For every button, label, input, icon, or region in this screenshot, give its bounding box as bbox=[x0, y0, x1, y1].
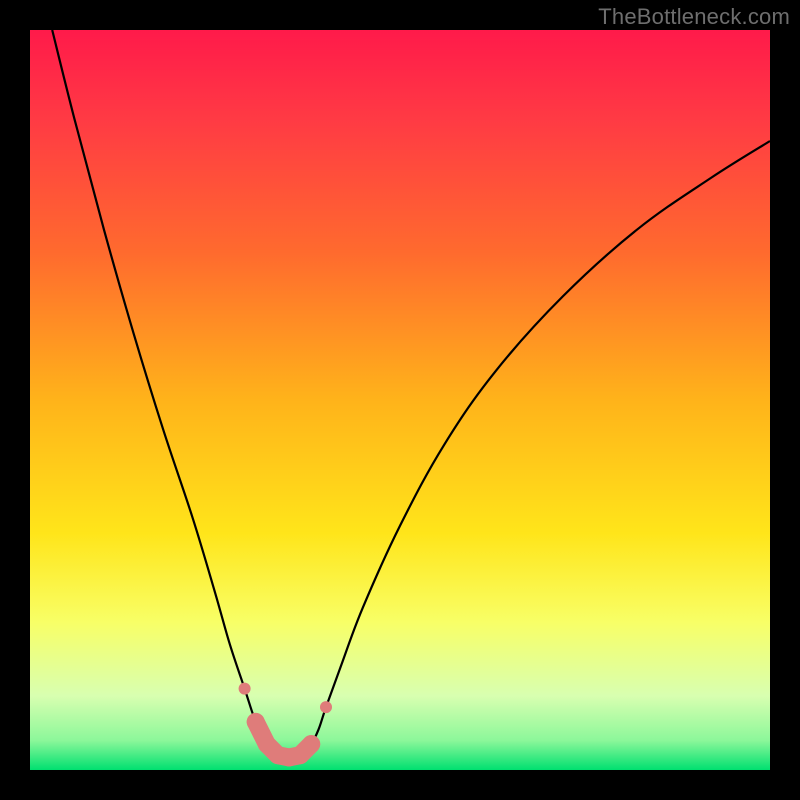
marker-dot bbox=[320, 701, 332, 713]
plot-area bbox=[30, 30, 770, 770]
marker-dot bbox=[239, 683, 251, 695]
watermark-text: TheBottleneck.com bbox=[598, 4, 790, 30]
gradient-background bbox=[30, 30, 770, 770]
bottleneck-chart bbox=[30, 30, 770, 770]
chart-frame: TheBottleneck.com bbox=[0, 0, 800, 800]
marker-dot bbox=[302, 735, 320, 753]
marker-dot bbox=[247, 713, 265, 731]
